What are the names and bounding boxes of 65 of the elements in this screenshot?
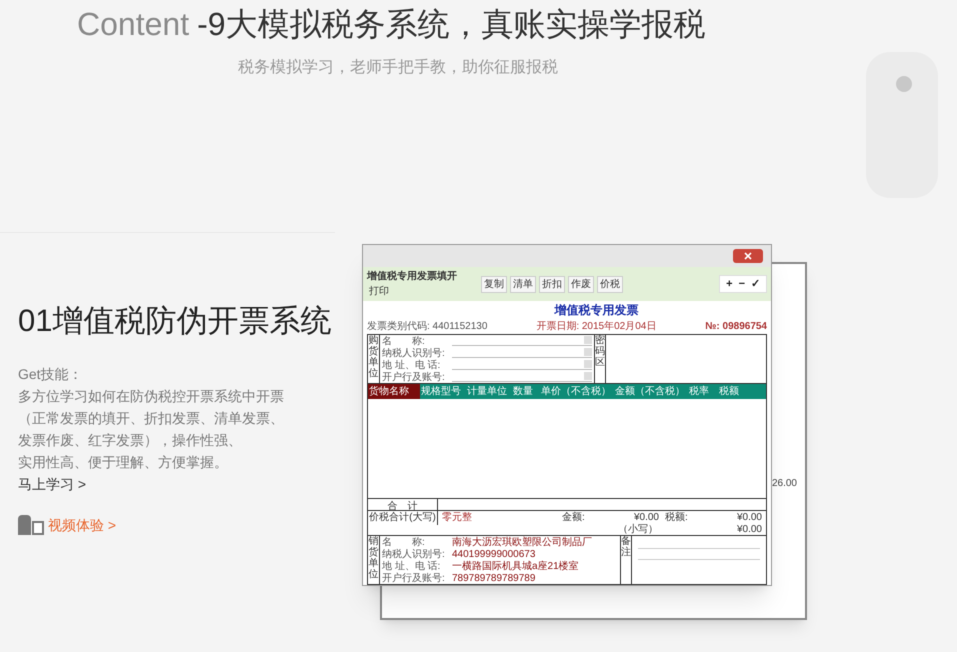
toolbar-button[interactable]: 价税 xyxy=(597,276,623,292)
column-header[interactable]: 货物名称 xyxy=(368,384,420,399)
column-header[interactable]: 税额 xyxy=(718,384,766,399)
column-header[interactable]: 数量 xyxy=(512,384,540,399)
page-subtitle: 税务模拟学习，老师手把手教，助你征服报税 xyxy=(238,58,558,78)
field-label: 纳税人识别号: xyxy=(382,346,446,360)
nav-button[interactable]: + xyxy=(726,276,733,292)
description-line: 发票作废、红字发票），操作性强、 xyxy=(18,430,243,450)
total-words-label: 价税合计(大写) xyxy=(368,510,438,524)
buyer-label: 购货单位 xyxy=(368,335,380,383)
dropdown-field[interactable] xyxy=(452,360,592,370)
field-value: 440199999000673 xyxy=(452,548,536,560)
cipher-label: 密码区 xyxy=(594,335,606,383)
small-label: （小写） xyxy=(618,522,658,536)
column-header[interactable]: 计量单位 xyxy=(466,384,512,399)
field-label: 名 称: xyxy=(382,334,426,348)
description-line: 实用性高、便于理解、方便掌握。 xyxy=(18,452,229,472)
description-line: （正常发票的填开、折扣发票、清单发票、 xyxy=(18,408,285,428)
field-label: 开户行及账号: xyxy=(382,370,446,384)
window-title: 增值税专用发票填开 xyxy=(367,270,457,284)
tax-value: ¥0.00 xyxy=(736,510,762,524)
amount-text: 26.00 xyxy=(772,477,797,491)
total-words: 零元整 xyxy=(442,510,473,524)
invoice-date: 开票日期: 2015年02月04日 xyxy=(536,320,656,334)
seller-label: 销货单位 xyxy=(368,536,380,584)
field-label: 名 称: xyxy=(382,536,426,548)
toolbar-button[interactable]: 复制 xyxy=(481,276,507,292)
dropdown-field[interactable] xyxy=(452,372,592,382)
toolbar-button[interactable]: 清单 xyxy=(510,276,536,292)
invoice-code: 发票类别代码: 4401152130 xyxy=(367,320,488,334)
column-header[interactable]: 金额（不含税） xyxy=(614,384,688,399)
toolbar-button[interactable]: 打印 xyxy=(367,284,391,299)
close-icon xyxy=(744,252,752,260)
field-label: 地 址、电 话: xyxy=(382,358,442,372)
field-value: 南海大沥宏琪欧塑限公司制品厂 xyxy=(452,536,592,550)
remark-label: 备注 xyxy=(620,536,632,584)
invoice-number: №: 09896754 xyxy=(705,320,767,334)
column-header[interactable]: 规格型号 xyxy=(420,384,466,399)
small-total: ¥0.00 xyxy=(736,522,762,536)
skills-label: Get技能： xyxy=(18,364,83,384)
field-value: 789789789789789 xyxy=(452,572,536,585)
nav-button[interactable]: ✓ xyxy=(751,276,760,292)
dropdown-field[interactable] xyxy=(452,348,592,358)
field-label: 地 址、电 话: xyxy=(382,560,442,572)
toolbar-button[interactable]: 作废 xyxy=(568,276,594,292)
amount-value: ¥0.00 xyxy=(634,510,659,524)
film-icon xyxy=(18,515,44,535)
section-heading: 01增值税防伪开票系统 xyxy=(18,302,332,340)
field-label: 开户行及账号: xyxy=(382,572,446,585)
total-label: 合 计 xyxy=(368,499,438,510)
column-header[interactable]: 单价（不含税） xyxy=(540,384,614,399)
description-line: 多方位学习如何在防伪税控开票系统中开票 xyxy=(18,386,285,406)
tax-label: 税额: xyxy=(665,510,688,524)
amount-label: 金额: xyxy=(562,510,585,524)
learn-link[interactable]: 马上学习 > xyxy=(18,472,86,494)
page-title: -9大模拟税务系统，真账实操学报税 xyxy=(197,5,706,44)
toolbar-button[interactable]: 折扣 xyxy=(539,276,565,292)
invoice-title: 增值税专用发票 xyxy=(554,302,638,319)
dropdown-field[interactable] xyxy=(452,336,592,346)
column-header[interactable]: 税率 xyxy=(688,384,718,399)
title-prefix: Content xyxy=(77,5,190,44)
field-value: 一横路国际机具城a座21楼室 xyxy=(452,560,579,574)
nav-button[interactable]: − xyxy=(738,276,745,292)
field-label: 纳税人识别号: xyxy=(382,548,446,560)
close-button[interactable] xyxy=(733,249,763,263)
